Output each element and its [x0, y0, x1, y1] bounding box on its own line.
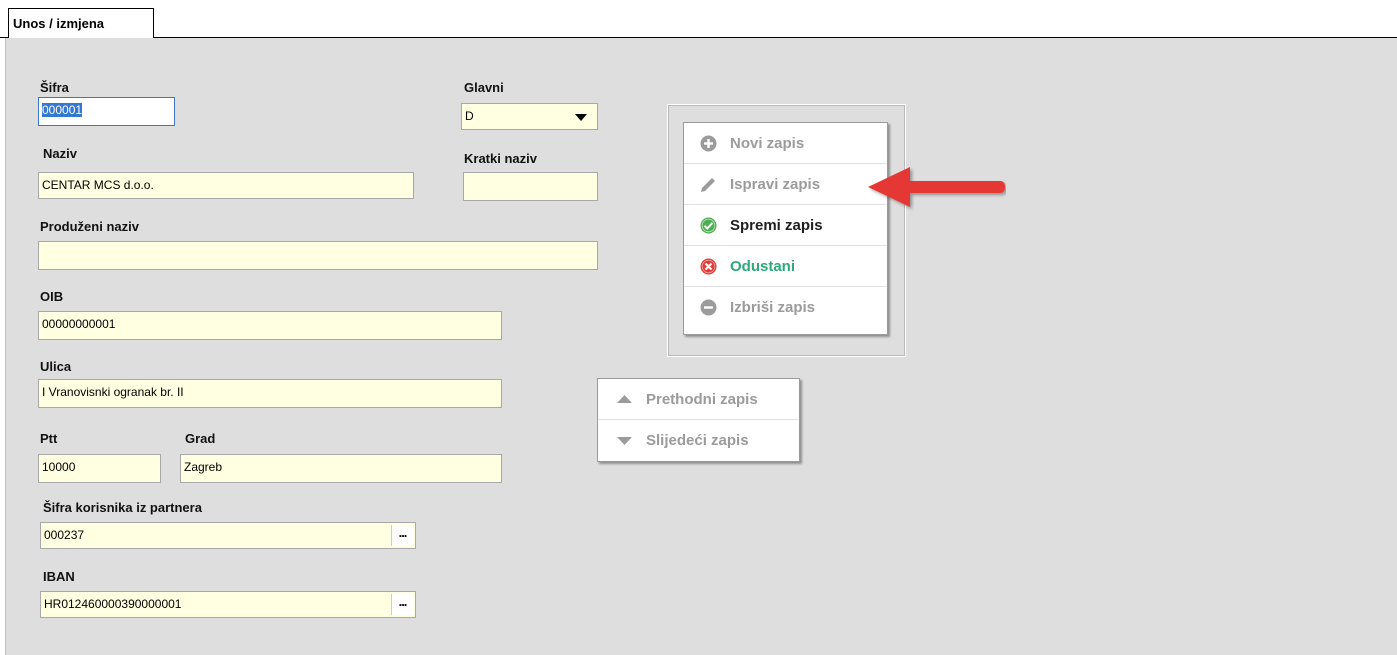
actions-menu: Novi zapis Ispravi zapis Spremi zapis Od… — [683, 122, 888, 335]
naziv-field[interactable]: CENTAR MCS d.o.o. — [38, 172, 414, 199]
kratki-naziv-field[interactable] — [463, 172, 598, 201]
sifra-korisnika-label: Šifra korisnika iz partnera — [43, 500, 202, 515]
annotation-arrow-icon — [868, 167, 1005, 207]
sifra-korisnika-field[interactable]: 000237 ... — [40, 522, 416, 549]
previous-record-label: Prethodni zapis — [646, 391, 758, 408]
ulica-field[interactable]: I Vranovisnki ogranak br. II — [38, 379, 502, 408]
chevron-down-icon[interactable] — [575, 114, 587, 121]
produzeni-naziv-field[interactable] — [38, 241, 598, 270]
triangle-up-icon — [617, 395, 632, 403]
x-circle-icon — [700, 258, 717, 275]
navigation-menu: Prethodni zapis Slijedeći zapis — [597, 378, 800, 462]
next-record-label: Slijedeći zapis — [646, 432, 749, 449]
iban-label: IBAN — [43, 569, 75, 584]
delete-record-label: Izbriši zapis — [730, 299, 816, 316]
oib-label: OIB — [40, 289, 64, 304]
pencil-icon — [701, 178, 715, 192]
ptt-label: Ptt — [40, 431, 58, 446]
ptt-field[interactable]: 10000 — [38, 454, 161, 483]
sifra-label: Šifra — [40, 80, 69, 95]
grad-field[interactable]: Zagreb — [180, 454, 502, 483]
iban-field[interactable]: HR012460000390000001 ... — [40, 591, 416, 618]
edit-record-button[interactable]: Ispravi zapis — [684, 164, 887, 205]
new-record-button[interactable]: Novi zapis — [684, 123, 887, 164]
save-record-label: Spremi zapis — [730, 217, 823, 234]
lookup-button[interactable]: ... — [391, 594, 413, 615]
next-record-button[interactable]: Slijedeći zapis — [598, 420, 799, 461]
kratki-naziv-label: Kratki naziv — [464, 151, 537, 166]
naziv-label: Naziv — [43, 146, 77, 161]
delete-record-button[interactable]: Izbriši zapis — [684, 287, 887, 328]
cancel-label: Odustani — [730, 258, 796, 275]
tab-unos-izmjena[interactable]: Unos / izmjena — [8, 8, 154, 38]
edit-record-label: Ispravi zapis — [730, 176, 821, 193]
glavni-label: Glavni — [464, 80, 504, 95]
minus-circle-icon — [700, 299, 717, 316]
glavni-select[interactable]: D — [461, 103, 598, 130]
new-record-label: Novi zapis — [730, 135, 805, 152]
lookup-button[interactable]: ... — [391, 525, 413, 546]
oib-field[interactable]: 00000000001 — [38, 311, 502, 340]
sifra-field[interactable]: 000001 — [38, 97, 175, 126]
save-record-button[interactable]: Spremi zapis — [684, 205, 887, 246]
previous-record-button[interactable]: Prethodni zapis — [598, 379, 799, 420]
check-circle-icon — [700, 217, 717, 234]
cancel-button[interactable]: Odustani — [684, 246, 887, 287]
produzeni-naziv-label: Produženi naziv — [40, 219, 139, 234]
grad-label: Grad — [185, 431, 216, 446]
plus-circle-icon — [700, 135, 717, 152]
triangle-down-icon — [617, 437, 632, 445]
ulica-label: Ulica — [40, 359, 72, 374]
